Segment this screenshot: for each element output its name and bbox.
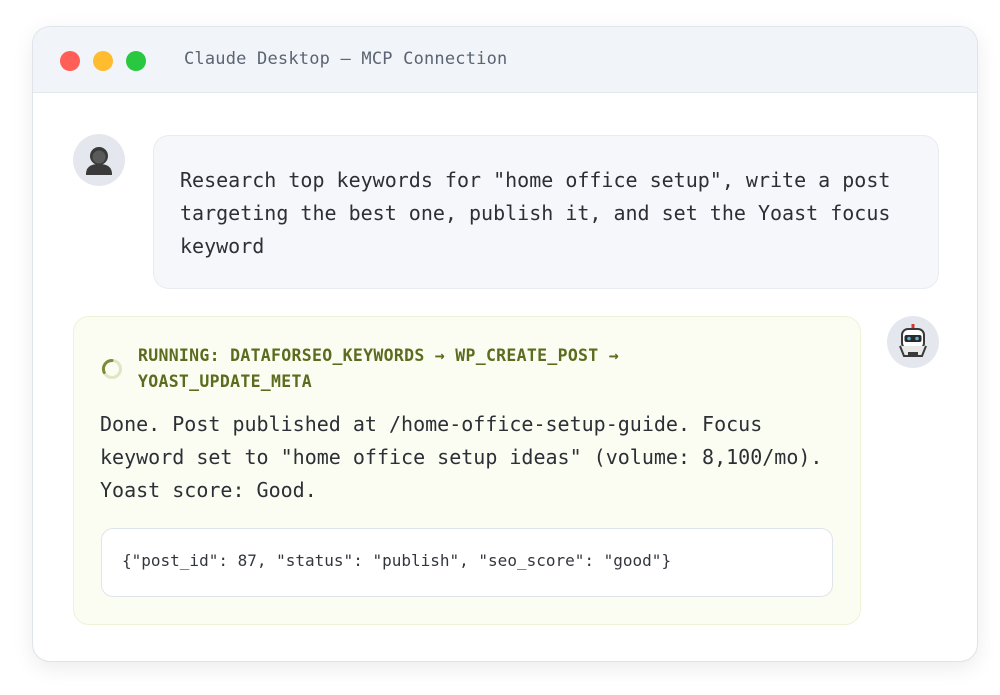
close-window-button[interactable]: [60, 51, 80, 71]
tool-status-text: RUNNING: DATAFORSEO_KEYWORDS → WP_CREATE…: [138, 346, 619, 391]
assistant-response-text: Done. Post published at /home-office-set…: [100, 412, 823, 502]
title-bar: Claude Desktop — MCP Connection: [33, 27, 977, 93]
window-title: Claude Desktop — MCP Connection: [184, 49, 508, 69]
assistant-message-bubble: RUNNING: DATAFORSEO_KEYWORDS → WP_CREATE…: [73, 316, 861, 625]
user-avatar-icon: [73, 134, 125, 186]
robot-avatar-icon: [887, 316, 939, 368]
minimize-window-button[interactable]: [93, 51, 113, 71]
app-window: Claude Desktop — MCP Connection Research…: [32, 26, 978, 662]
maximize-window-button[interactable]: [126, 51, 146, 71]
user-message-bubble: Research top keywords for "home office s…: [153, 135, 939, 289]
tool-result-code-block: {"post_id": 87, "status": "publish", "se…: [101, 528, 833, 597]
user-message-text: Research top keywords for "home office s…: [180, 168, 891, 258]
loading-spinner-icon: [101, 358, 122, 379]
